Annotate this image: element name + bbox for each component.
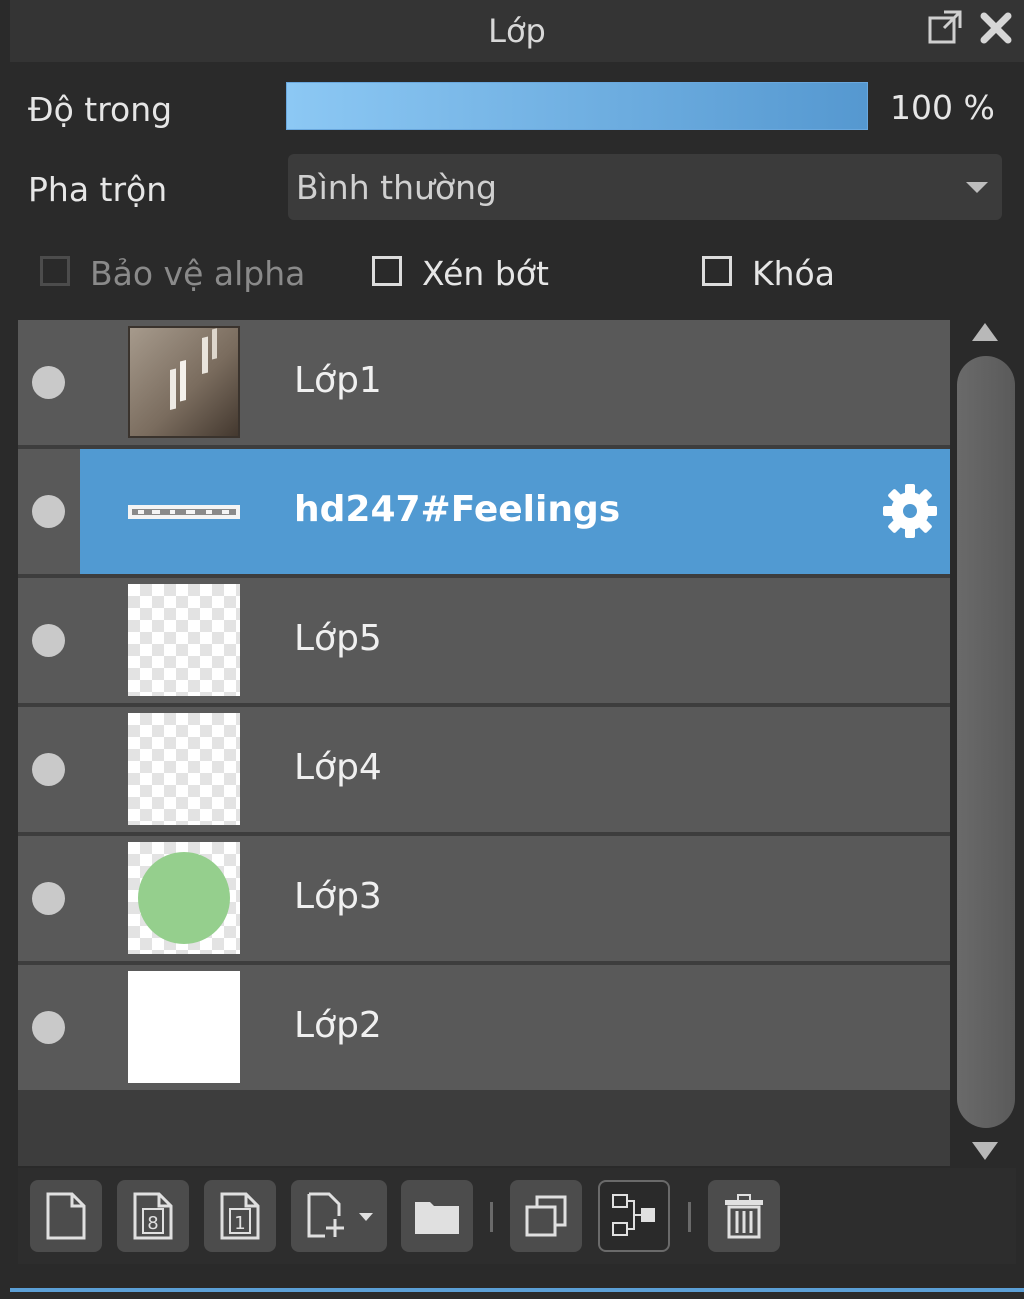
visibility-icon[interactable] <box>32 753 65 786</box>
scroll-down-arrow-icon[interactable] <box>972 1142 998 1160</box>
layer-name: Lớp1 <box>294 360 382 401</box>
clipping-checkbox[interactable] <box>372 256 402 286</box>
merge-layer-icon <box>609 1191 659 1241</box>
new-folder-icon <box>412 1194 462 1238</box>
layer-name: Lớp3 <box>294 876 382 917</box>
opacity-value: 100 % <box>890 88 995 127</box>
blend-label: Pha trộn <box>28 170 168 209</box>
layer-row-selected[interactable]: hd247#Feelings <box>18 449 950 574</box>
blend-mode-select[interactable]: Bình thường <box>288 154 1002 220</box>
new-layer-icon <box>44 1191 88 1241</box>
lock-label: Khóa <box>752 254 835 293</box>
duplicate-layer-icon <box>523 1193 569 1239</box>
visibility-icon[interactable] <box>32 366 65 399</box>
visibility-icon[interactable] <box>32 495 65 528</box>
photo-thumbnail <box>128 326 240 438</box>
undock-icon[interactable] <box>926 8 966 48</box>
new-folder-button[interactable] <box>401 1180 473 1252</box>
scrollbar-thumb[interactable] <box>957 356 1015 1128</box>
toolbar-separator <box>688 1202 691 1232</box>
clipping-label: Xén bớt <box>422 254 549 293</box>
duplicate-layer-button[interactable] <box>510 1180 582 1252</box>
new-8bit-layer-button[interactable]: 8 <box>117 1180 189 1252</box>
alpha-protect-checkbox[interactable] <box>40 256 70 286</box>
delete-layer-icon <box>722 1192 766 1240</box>
add-layer-menu-icon <box>299 1191 379 1241</box>
visibility-icon[interactable] <box>32 624 65 657</box>
svg-text:1: 1 <box>234 1213 245 1234</box>
layer-row[interactable]: Lớp5 <box>18 578 950 703</box>
lock-checkbox[interactable] <box>702 256 732 286</box>
panel-bottom-border <box>10 1288 1024 1292</box>
add-layer-menu-button[interactable] <box>291 1180 387 1252</box>
text-thumbnail <box>128 455 240 567</box>
scroll-up-arrow-icon[interactable] <box>972 323 998 341</box>
transparent-thumbnail <box>128 713 240 825</box>
green-circle-thumbnail <box>128 842 240 954</box>
visibility-icon[interactable] <box>32 1011 65 1044</box>
panel-titlebar: Lớp <box>10 0 1024 62</box>
new-1bit-layer-button[interactable]: 1 <box>204 1180 276 1252</box>
layer-row[interactable]: Lớp2 <box>18 965 950 1090</box>
opacity-label: Độ trong <box>28 90 173 129</box>
blend-mode-value: Bình thường <box>296 168 497 207</box>
transparent-thumbnail <box>128 584 240 696</box>
svg-text:8: 8 <box>147 1213 158 1234</box>
new-1bit-layer-icon: 1 <box>218 1191 262 1241</box>
chevron-down-icon <box>966 182 988 193</box>
gear-icon[interactable] <box>880 481 940 541</box>
toolbar-separator <box>490 1202 493 1232</box>
opacity-slider[interactable] <box>286 82 868 130</box>
visibility-icon[interactable] <box>32 882 65 915</box>
layer-list: Lớp1 hd247#Feelings Lớp5 Lớp4 Lớp3 Lớp2 <box>18 320 950 1166</box>
close-icon[interactable] <box>976 8 1016 48</box>
new-8bit-layer-icon: 8 <box>131 1191 175 1241</box>
layer-name: Lớp2 <box>294 1005 382 1046</box>
layer-row[interactable]: Lớp3 <box>18 836 950 961</box>
new-layer-button[interactable] <box>30 1180 102 1252</box>
layer-name: Lớp4 <box>294 747 382 788</box>
layer-name: hd247#Feelings <box>294 489 621 530</box>
layer-row[interactable]: Lớp1 <box>18 320 950 445</box>
merge-layer-button[interactable] <box>598 1180 670 1252</box>
delete-layer-button[interactable] <box>708 1180 780 1252</box>
white-thumbnail <box>128 971 240 1083</box>
panel-title: Lớp <box>488 12 546 50</box>
alpha-protect-label: Bảo vệ alpha <box>90 254 306 293</box>
layer-row[interactable]: Lớp4 <box>18 707 950 832</box>
layer-name: Lớp5 <box>294 618 382 659</box>
